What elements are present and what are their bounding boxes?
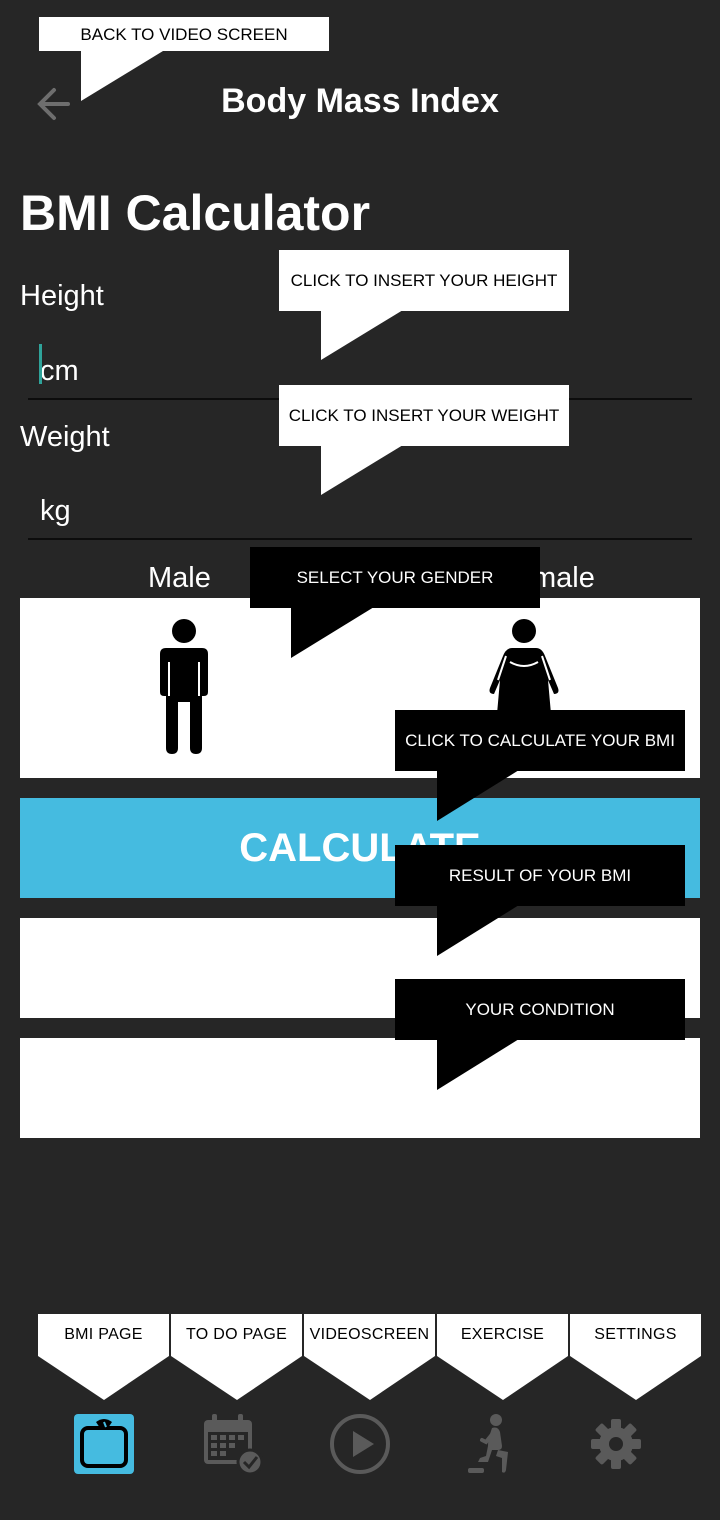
nav-callout-settings: SETTINGS: [570, 1314, 701, 1404]
nav-item-videoscreen[interactable]: [328, 1412, 392, 1476]
gear-icon: [591, 1419, 641, 1469]
callout-text: RESULT OF YOUR BMI: [395, 845, 685, 906]
female-label: male: [532, 562, 595, 594]
gender-callout: SELECT YOUR GENDER: [250, 547, 540, 659]
callout-text: CLICK TO INSERT YOUR WEIGHT: [279, 385, 569, 446]
callout-text: CLICK TO CALCULATE YOUR BMI: [395, 710, 685, 771]
weight-callout: CLICK TO INSERT YOUR WEIGHT: [279, 385, 569, 497]
play-circle-icon: [330, 1414, 390, 1474]
condition-callout: YOUR CONDITION: [395, 979, 685, 1091]
male-option[interactable]: [156, 618, 212, 763]
male-label: Male: [148, 562, 211, 594]
nav-callout-exercise: EXERCISE: [437, 1314, 568, 1404]
text-cursor: [39, 344, 42, 384]
nav-label: SETTINGS: [594, 1326, 677, 1343]
callout-text: CLICK TO INSERT YOUR HEIGHT: [279, 250, 569, 311]
height-label: Height: [20, 280, 104, 312]
result-callout: RESULT OF YOUR BMI: [395, 845, 685, 957]
callout-text: BACK TO VIDEO SCREEN: [39, 17, 329, 51]
nav-callout-todo: TO DO PAGE: [171, 1314, 302, 1404]
nav-callout-video: VIDEOSCREEN: [304, 1314, 435, 1404]
page-title: BMI Calculator: [20, 185, 371, 241]
nav-item-todo[interactable]: [200, 1412, 264, 1476]
nav-label: TO DO PAGE: [185, 1326, 288, 1343]
calendar-check-icon: [204, 1414, 264, 1476]
nav-item-exercise[interactable]: [458, 1412, 522, 1476]
nav-label: VIDEOSCREEN: [309, 1326, 430, 1343]
back-callout: BACK TO VIDEO SCREEN: [39, 17, 329, 103]
callout-text: YOUR CONDITION: [395, 979, 685, 1040]
weight-label: Weight: [20, 421, 110, 453]
height-callout: CLICK TO INSERT YOUR HEIGHT: [279, 250, 569, 362]
bottom-nav-callouts: BMI PAGE TO DO PAGE VIDEOSCREEN EXERCISE…: [38, 1314, 702, 1404]
nav-callout-bmi: BMI PAGE: [38, 1314, 169, 1404]
scale-icon: [74, 1414, 134, 1474]
exercise-lunge-icon: [468, 1414, 508, 1473]
nav-label: BMI PAGE: [64, 1326, 143, 1343]
male-figure-icon: [160, 619, 208, 754]
callout-text: SELECT YOUR GENDER: [250, 547, 540, 608]
calculate-callout: CLICK TO CALCULATE YOUR BMI: [395, 710, 685, 822]
nav-label: EXERCISE: [460, 1326, 545, 1343]
nav-item-settings[interactable]: [584, 1412, 648, 1476]
nav-item-bmi[interactable]: [72, 1412, 136, 1476]
